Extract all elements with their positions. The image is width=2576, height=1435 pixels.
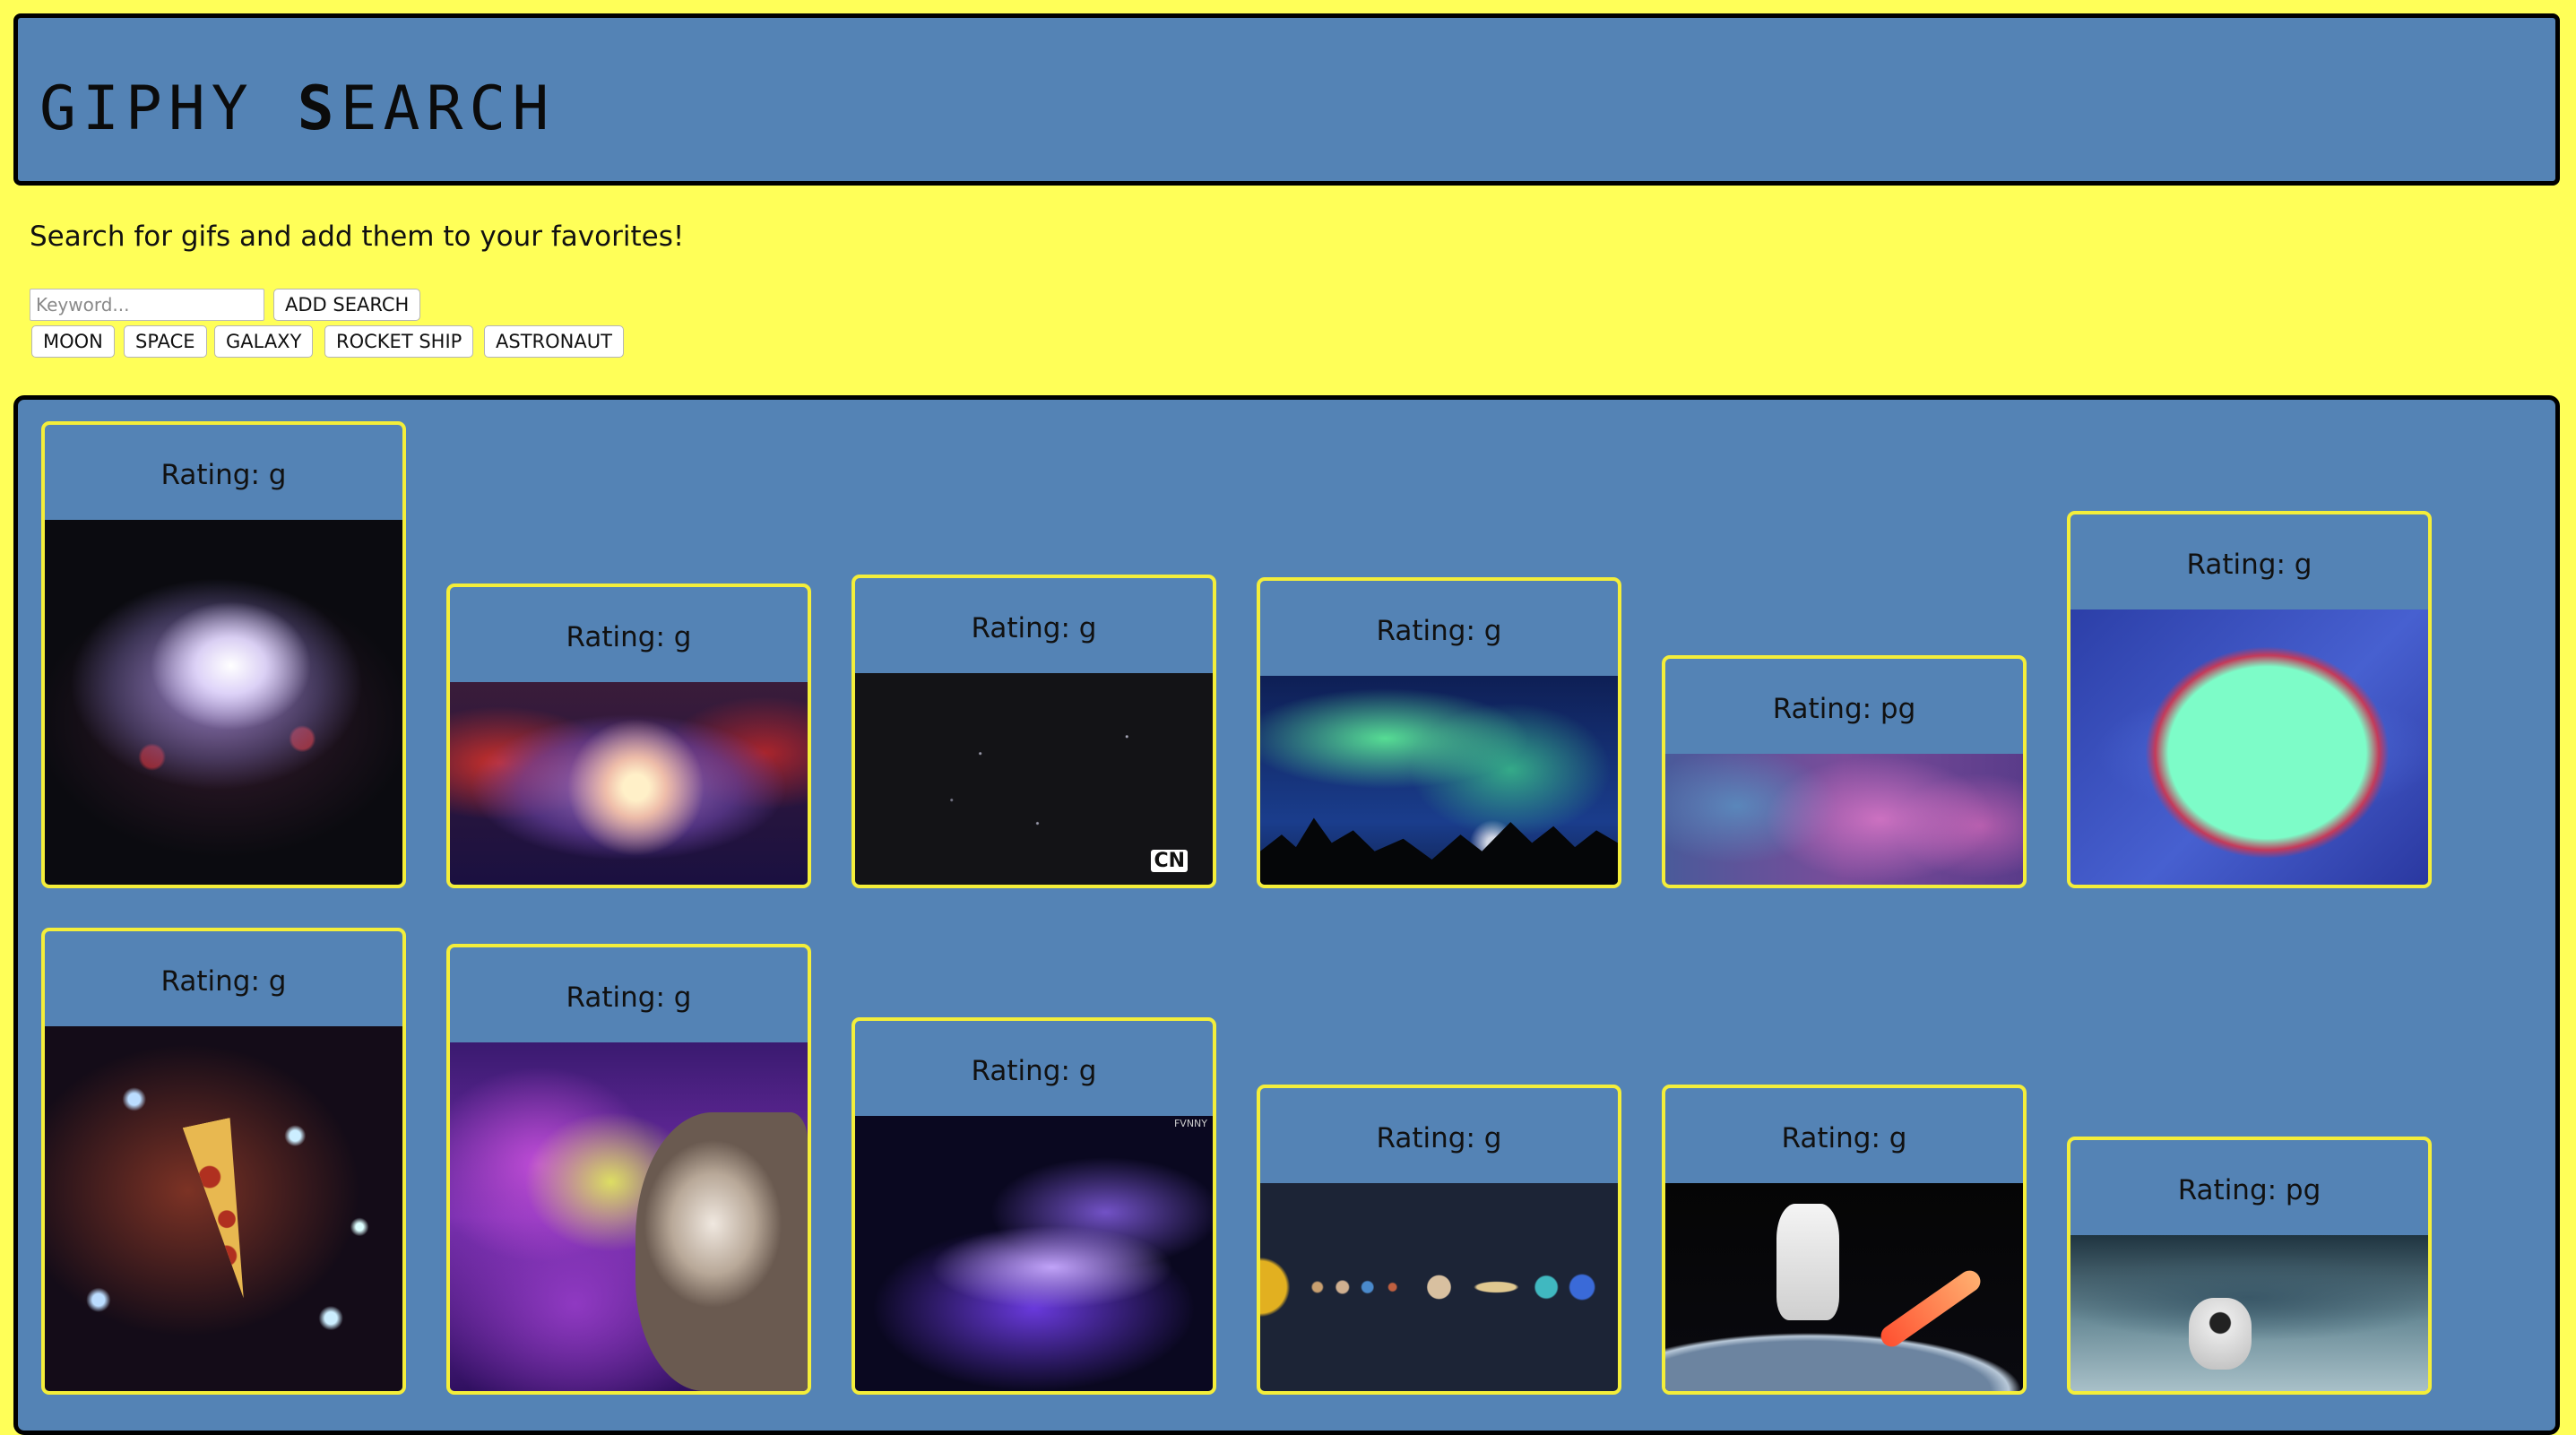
topic-button-space[interactable]: SPACE: [124, 325, 207, 358]
rating-label: Rating: g: [566, 981, 692, 1014]
topic-button-moon[interactable]: MOON: [31, 325, 115, 358]
intro-text: Search for gifs and add them to your fav…: [30, 220, 685, 253]
title-part: EARCH: [340, 73, 556, 144]
cn-watermark: CN: [1151, 850, 1188, 872]
gif-image[interactable]: [450, 682, 808, 885]
gif-image[interactable]: [2070, 1235, 2428, 1391]
app-header: GIPHY SEARCH: [13, 13, 2560, 186]
gif-image[interactable]: [1260, 676, 1618, 885]
results-panel: Rating: g Rating: g Rating: g CN Rating:…: [13, 395, 2560, 1435]
gif-image[interactable]: [1665, 754, 2023, 885]
topic-button-rocket-ship[interactable]: ROCKET SHIP: [324, 325, 474, 358]
tree-silhouette: [1260, 817, 1618, 885]
gif-image[interactable]: [1665, 1183, 2023, 1391]
app-title: GIPHY SEARCH: [39, 79, 555, 140]
gif-card[interactable]: Rating: g: [446, 944, 811, 1395]
rating-label: Rating: g: [1376, 615, 1502, 647]
rating-label: Rating: g: [971, 1055, 1097, 1087]
rating-label: Rating: g: [566, 621, 692, 653]
gif-image[interactable]: [45, 520, 402, 885]
gif-image[interactable]: CN: [855, 673, 1213, 885]
title-accent-letter: S: [297, 73, 341, 144]
gif-card[interactable]: Rating: g: [41, 928, 406, 1395]
gif-card[interactable]: Rating: pg: [2067, 1137, 2432, 1395]
gif-card[interactable]: Rating: g: [446, 584, 811, 888]
rating-label: Rating: g: [160, 965, 287, 998]
rating-label: Rating: g: [160, 459, 287, 491]
cat-silhouette: [635, 1111, 808, 1391]
add-search-button[interactable]: ADD SEARCH: [273, 289, 421, 321]
rating-label: Rating: g: [1376, 1122, 1502, 1154]
gif-watermark: FVNNY: [1173, 1118, 1207, 1129]
gif-image[interactable]: [450, 1042, 808, 1391]
gif-image[interactable]: [1260, 1183, 1618, 1391]
gif-image[interactable]: [2070, 609, 2428, 885]
gif-card[interactable]: Rating: pg: [1662, 655, 2027, 888]
astronaut-figure: [1776, 1204, 1839, 1321]
rating-label: Rating: g: [1781, 1122, 1907, 1154]
pizza-slice: [177, 1118, 266, 1304]
gif-card[interactable]: Rating: g: [2067, 511, 2432, 888]
gif-image[interactable]: FVNNY: [855, 1116, 1213, 1391]
astronaut-figure: [2188, 1297, 2252, 1370]
rocket-flame: [1877, 1266, 1985, 1351]
rating-label: Rating: g: [971, 612, 1097, 644]
gif-card[interactable]: Rating: g: [1662, 1085, 2027, 1395]
rating-label: Rating: g: [2186, 549, 2312, 581]
rating-label: Rating: pg: [1772, 693, 1916, 725]
topic-button-astronaut[interactable]: ASTRONAUT: [484, 325, 624, 358]
gif-card[interactable]: Rating: g: [41, 421, 406, 888]
gif-card[interactable]: Rating: g FVNNY: [851, 1017, 1216, 1395]
title-part: GIPHY: [39, 73, 298, 144]
keyword-input[interactable]: [30, 289, 264, 321]
gif-card[interactable]: Rating: g CN: [851, 575, 1216, 888]
topic-button-galaxy[interactable]: GALAXY: [214, 325, 314, 358]
rating-label: Rating: pg: [2177, 1174, 2321, 1206]
gif-card[interactable]: Rating: g: [1257, 1085, 1621, 1395]
gif-image[interactable]: [45, 1026, 402, 1391]
gif-card[interactable]: Rating: g: [1257, 577, 1621, 888]
